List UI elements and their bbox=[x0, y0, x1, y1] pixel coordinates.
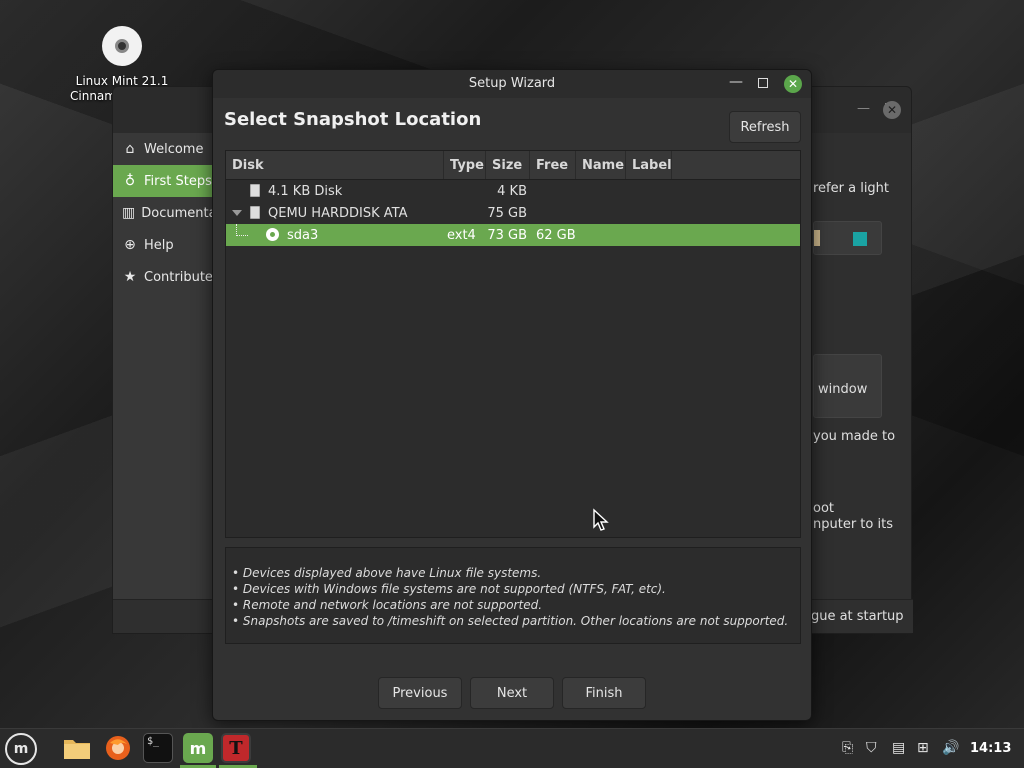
table-header: Disk Type Size Free Name Label bbox=[226, 151, 800, 180]
close-icon[interactable]: ✕ bbox=[784, 75, 802, 93]
minimize-icon[interactable]: — bbox=[857, 101, 870, 116]
network-icon[interactable]: ⊞ bbox=[917, 740, 929, 756]
disc-icon bbox=[102, 26, 142, 66]
welcome-text-fragment: window bbox=[818, 382, 868, 397]
star-icon: ★ bbox=[123, 269, 137, 285]
column-header-type[interactable]: Type bbox=[444, 151, 486, 179]
book-icon: ▥ bbox=[122, 205, 136, 221]
row-free: 62 GB bbox=[536, 227, 576, 243]
dialog-titlebar[interactable]: Setup Wizard — ✕ bbox=[213, 70, 811, 98]
window-title: Setup Wizard bbox=[468, 76, 556, 91]
update-manager-icon[interactable]: ⎘ bbox=[842, 740, 853, 756]
sidebar-item-contribute[interactable]: ★ Contribute bbox=[113, 261, 213, 293]
swatch-teal[interactable] bbox=[853, 232, 867, 246]
minimize-icon[interactable]: — bbox=[729, 74, 743, 90]
welcome-sidebar: ⌂ Welcome ♁ First Steps ▥ Documentation … bbox=[113, 133, 213, 601]
table-row[interactable]: QEMU HARDDISK ATA 75 GB bbox=[226, 202, 800, 224]
note-line: • Devices displayed above have Linux fil… bbox=[232, 566, 542, 580]
setup-wizard-dialog[interactable]: Setup Wizard — ✕ Select Snapshot Locatio… bbox=[212, 69, 812, 721]
next-button[interactable]: Next bbox=[470, 677, 554, 709]
sidebar-item-label: Help bbox=[144, 237, 174, 253]
swatch-sand[interactable] bbox=[814, 230, 820, 246]
taskbar: m $_ m T ⎘ ⛉ ▤ ⊞ 🔊 14:13 bbox=[0, 728, 1024, 768]
expander-icon[interactable] bbox=[232, 209, 242, 216]
sidebar-item-welcome[interactable]: ⌂ Welcome bbox=[113, 133, 213, 165]
tree-connector bbox=[236, 224, 248, 236]
firefox-icon[interactable] bbox=[103, 733, 133, 763]
sidebar-item-help[interactable]: ⊕ Help bbox=[113, 229, 213, 261]
note-line: • Snapshots are saved to /timeshift on s… bbox=[232, 614, 789, 628]
home-icon: ⌂ bbox=[125, 141, 135, 157]
disk-icon bbox=[250, 183, 260, 197]
sidebar-item-label: Welcome bbox=[144, 141, 204, 157]
page-title: Select Snapshot Location bbox=[224, 109, 482, 130]
close-icon[interactable]: ✕ bbox=[883, 101, 901, 119]
files-icon[interactable] bbox=[62, 733, 92, 763]
partition-icon bbox=[266, 227, 279, 241]
mintwelcome-icon[interactable]: m bbox=[183, 733, 213, 763]
shield-icon[interactable]: ⛉ bbox=[866, 740, 877, 756]
column-header-size[interactable]: Size bbox=[486, 151, 530, 179]
note-line: • Remote and network locations are not s… bbox=[232, 598, 543, 612]
disk-table[interactable]: Disk Type Size Free Name Label 4.1 KB Di… bbox=[225, 150, 801, 538]
clock[interactable]: 14:13 bbox=[970, 741, 1011, 756]
note-line: • Devices with Windows file systems are … bbox=[232, 582, 666, 596]
welcome-text-fragment: oot bbox=[813, 501, 835, 516]
lifebuoy-icon: ⊕ bbox=[124, 237, 136, 253]
row-disk: sda3 bbox=[287, 227, 319, 243]
volume-icon[interactable]: 🔊 bbox=[942, 740, 959, 756]
menu-icon[interactable]: m bbox=[5, 733, 37, 765]
sidebar-item-documentation[interactable]: ▥ Documentation bbox=[113, 197, 213, 229]
row-size: 4 KB bbox=[497, 183, 527, 199]
terminal-icon[interactable]: $_ bbox=[143, 733, 173, 763]
table-row-selected[interactable]: sda3 ext4 73 GB 62 GB bbox=[226, 224, 800, 246]
disk-icon bbox=[250, 205, 260, 219]
mouse-cursor-icon bbox=[593, 508, 609, 531]
row-disk: 4.1 KB Disk bbox=[268, 183, 343, 199]
row-type: ext4 bbox=[447, 227, 476, 243]
welcome-text-fragment: refer a light bbox=[813, 181, 890, 196]
column-header-free[interactable]: Free bbox=[530, 151, 576, 179]
color-swatch-group[interactable] bbox=[813, 221, 882, 255]
column-header-name[interactable]: Name bbox=[576, 151, 626, 179]
sidebar-item-first-steps[interactable]: ♁ First Steps bbox=[113, 165, 213, 197]
sidebar-item-label: Documentation bbox=[141, 205, 213, 221]
desktop-icon-label-2: Cinnamon bbox=[70, 89, 118, 103]
sidebar-item-label: First Steps bbox=[144, 173, 212, 189]
column-header-label[interactable]: Label bbox=[626, 151, 672, 179]
welcome-text-fragment: nputer to its bbox=[813, 517, 893, 532]
sidebar-item-label: Contribute bbox=[144, 269, 213, 285]
welcome-text-fragment: ogue at startup bbox=[803, 609, 904, 624]
timeshift-icon[interactable]: T bbox=[221, 733, 251, 763]
table-row[interactable]: 4.1 KB Disk 4 KB bbox=[226, 180, 800, 202]
lightbulb-icon: ♁ bbox=[124, 173, 136, 189]
row-size: 73 GB bbox=[487, 227, 527, 243]
column-header-disk[interactable]: Disk bbox=[226, 151, 444, 179]
finish-button[interactable]: Finish bbox=[562, 677, 646, 709]
notes-icon[interactable]: ▤ bbox=[892, 740, 905, 756]
maximize-icon[interactable] bbox=[758, 78, 768, 88]
info-notes: • Devices displayed above have Linux fil… bbox=[225, 547, 801, 644]
previous-button[interactable]: Previous bbox=[378, 677, 462, 709]
refresh-button[interactable]: Refresh bbox=[729, 111, 801, 143]
welcome-text-fragment: you made to bbox=[813, 429, 896, 444]
row-size: 75 GB bbox=[487, 205, 527, 221]
row-disk: QEMU HARDDISK ATA bbox=[268, 205, 408, 221]
